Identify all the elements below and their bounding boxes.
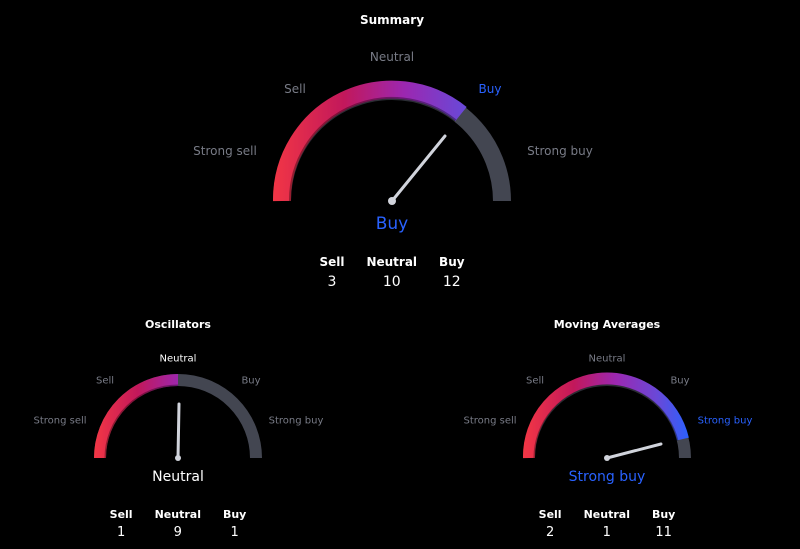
moving-averages-label-neutral: Neutral [588, 353, 626, 365]
moving-averages-count-buy-value: 11 [655, 525, 672, 540]
moving-averages-gauge-fill [522, 372, 689, 459]
moving-averages-label-strong-buy: Strong buy [697, 415, 753, 427]
moving-averages-counts: Sell 2 Neutral 1 Buy 11 [539, 508, 676, 540]
moving-averages-count-sell-label: Sell [538, 508, 562, 521]
moving-averages-label-strong-sell: Strong sell [463, 415, 517, 427]
moving-averages-count-buy-label: Buy [651, 508, 676, 521]
moving-averages-gauge-needle [605, 442, 663, 460]
moving-averages-count-neutral-value: 1 [602, 525, 611, 540]
moving-averages-verdict: Strong buy [568, 469, 646, 485]
moving-averages-label-buy: Buy [670, 375, 690, 387]
moving-averages-count-neutral-label: Neutral [583, 508, 630, 521]
moving-averages-count-neutral: Neutral 1 [584, 508, 630, 540]
moving-averages-gauge-pivot [604, 455, 610, 461]
moving-averages-gauge-track [523, 374, 691, 459]
moving-averages-gauge-svg [522, 372, 691, 461]
moving-averages-label-sell: Sell [525, 375, 545, 387]
moving-averages-count-sell: Sell 2 [539, 508, 562, 540]
moving-averages-count-sell-value: 2 [545, 525, 555, 540]
moving-averages-count-buy: Buy 11 [652, 508, 675, 540]
